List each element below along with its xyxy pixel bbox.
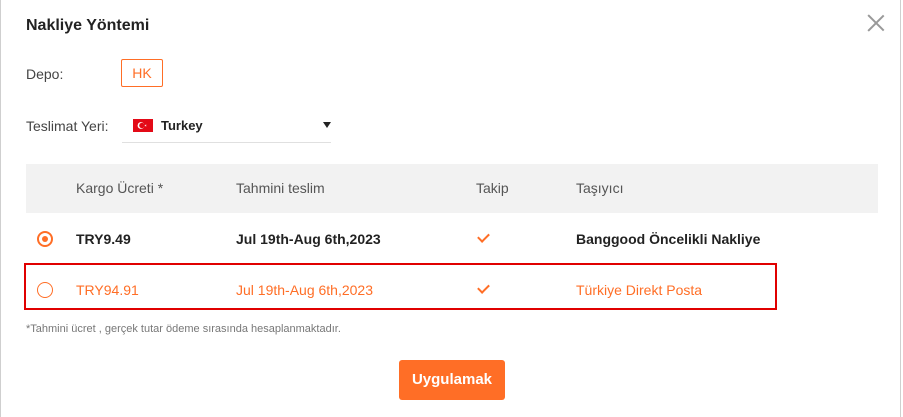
apply-button[interactable]: Uygulamak <box>399 360 505 400</box>
warehouse-option-hk[interactable]: HK <box>121 59 163 87</box>
dialog: Nakliye Yöntemi Depo: HK Teslimat Yeri: … <box>0 0 901 417</box>
shipping-option-row[interactable]: TRY9.49 Jul 19th-Aug 6th,2023 Banggood Ö… <box>26 214 878 264</box>
carrier-name: Türkiye Direkt Posta <box>576 282 703 298</box>
shipping-price: TRY94.91 <box>76 282 139 298</box>
checkmark-icon <box>477 281 490 294</box>
radio-selected[interactable] <box>37 231 53 247</box>
close-icon[interactable] <box>865 12 887 34</box>
carrier-name: Banggood Öncelikli Nakliye <box>576 231 761 247</box>
turkey-flag-icon <box>133 119 153 132</box>
table-header: Kargo Ücreti * Tahmini teslim Takip Taşı… <box>26 164 878 213</box>
delivery-estimate: Jul 19th-Aug 6th,2023 <box>236 282 373 298</box>
header-carrier: Taşıyıcı <box>576 180 624 196</box>
header-shipping-cost: Kargo Ücreti * <box>76 180 164 196</box>
delivery-estimate: Jul 19th-Aug 6th,2023 <box>236 231 381 247</box>
chevron-down-icon <box>323 122 331 128</box>
shipping-option-row[interactable]: TRY94.91 Jul 19th-Aug 6th,2023 Türkiye D… <box>26 265 878 315</box>
header-estimated-delivery: Tahmini teslim <box>236 180 325 196</box>
header-tracking: Takip <box>476 180 509 196</box>
warehouse-label: Depo: <box>26 66 64 82</box>
price-note: *Tahmini ücret , gerçek tutar ödeme sıra… <box>26 323 341 335</box>
dialog-title: Nakliye Yöntemi <box>26 17 150 34</box>
radio-unselected[interactable] <box>37 282 53 298</box>
destination-label: Teslimat Yeri: <box>26 118 109 134</box>
checkmark-icon <box>477 230 490 243</box>
country-name: Turkey <box>161 118 203 133</box>
country-select[interactable]: Turkey <box>122 110 331 143</box>
shipping-price: TRY9.49 <box>76 231 131 247</box>
